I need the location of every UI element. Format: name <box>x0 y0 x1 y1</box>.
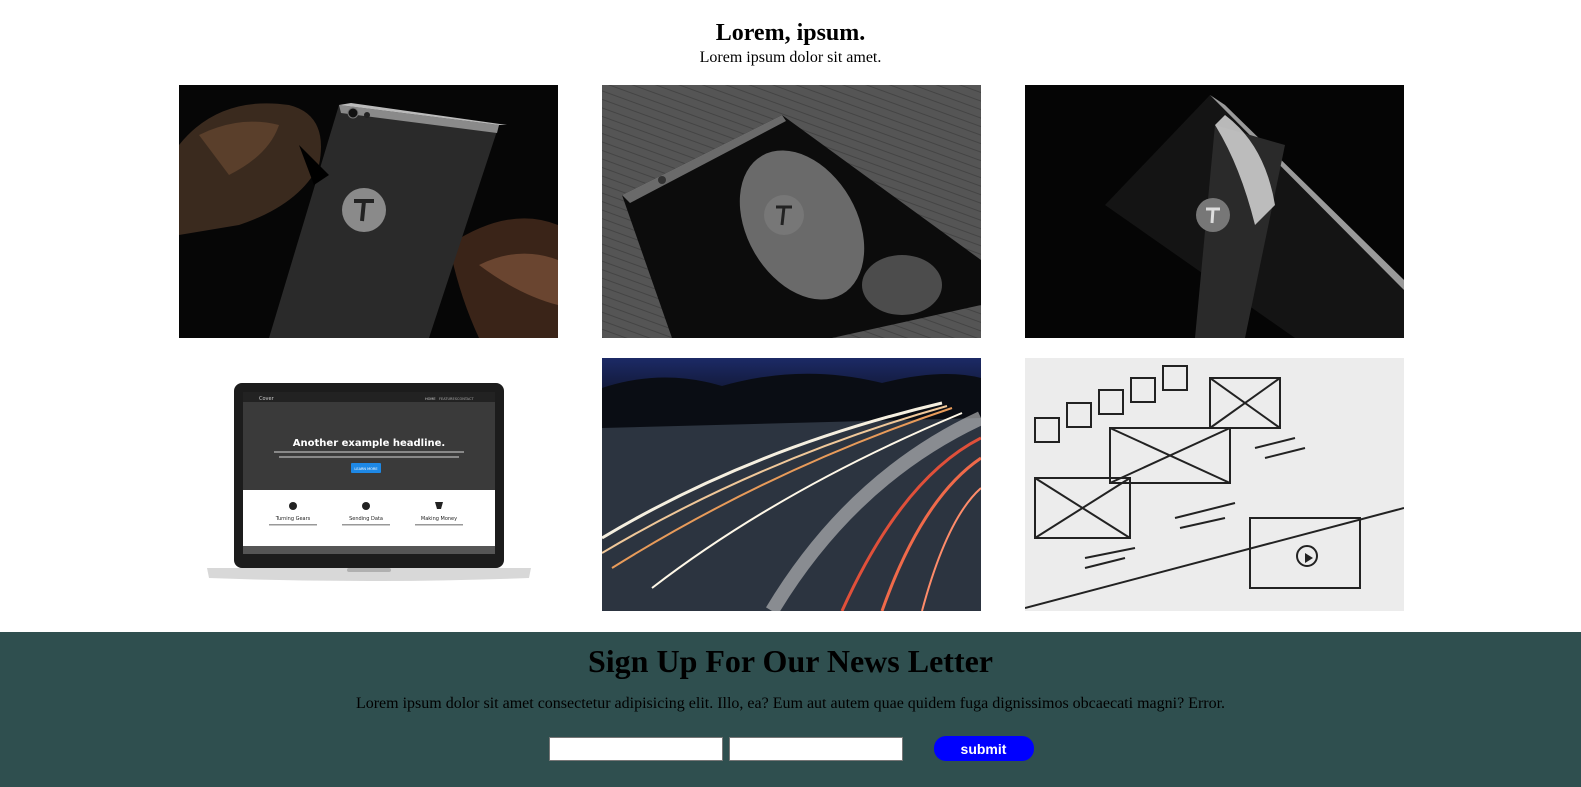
svg-text:LEARN MORE: LEARN MORE <box>354 467 377 471</box>
page-title: Lorem, ipsum. <box>715 20 866 46</box>
newsletter-section: Sign Up For Our News Letter Lorem ipsum … <box>0 632 1581 787</box>
gallery-image-phone-dark <box>1025 85 1404 338</box>
laptop-headline: Another example headline. <box>293 438 445 449</box>
email-input[interactable] <box>728 736 903 761</box>
gallery-image-highway <box>602 358 981 611</box>
submit-button[interactable]: submit <box>933 736 1034 761</box>
gallery-image-wireframe-sketch <box>1025 358 1404 611</box>
newsletter-description: Lorem ipsum dolor sit amet consectetur a… <box>355 695 1226 712</box>
gallery-image-phone-driftwood <box>179 85 558 338</box>
name-input[interactable] <box>548 736 723 761</box>
newsletter-title: Sign Up For Our News Letter <box>587 643 993 679</box>
svg-text:HOME: HOME <box>425 397 436 401</box>
svg-text:FEATURES: FEATURES <box>439 397 458 401</box>
laptop-brand: Cover <box>259 396 275 402</box>
page-subtitle: Lorem ipsum dolor sit amet. <box>699 49 882 66</box>
svg-text:Turning Gears: Turning Gears <box>275 516 311 522</box>
gallery-image-laptop: Cover HOME FEATURES CONTACT Another exam… <box>179 358 558 611</box>
svg-text:Making Money: Making Money <box>421 516 457 522</box>
newsletter-form: submit <box>0 736 1581 761</box>
svg-text:CONTACT: CONTACT <box>457 397 474 401</box>
page-header: Lorem, ipsum. Lorem ipsum dolor sit amet… <box>0 18 1581 68</box>
svg-text:Sending Data: Sending Data <box>349 516 383 522</box>
gallery-image-phone-wood <box>602 85 981 338</box>
